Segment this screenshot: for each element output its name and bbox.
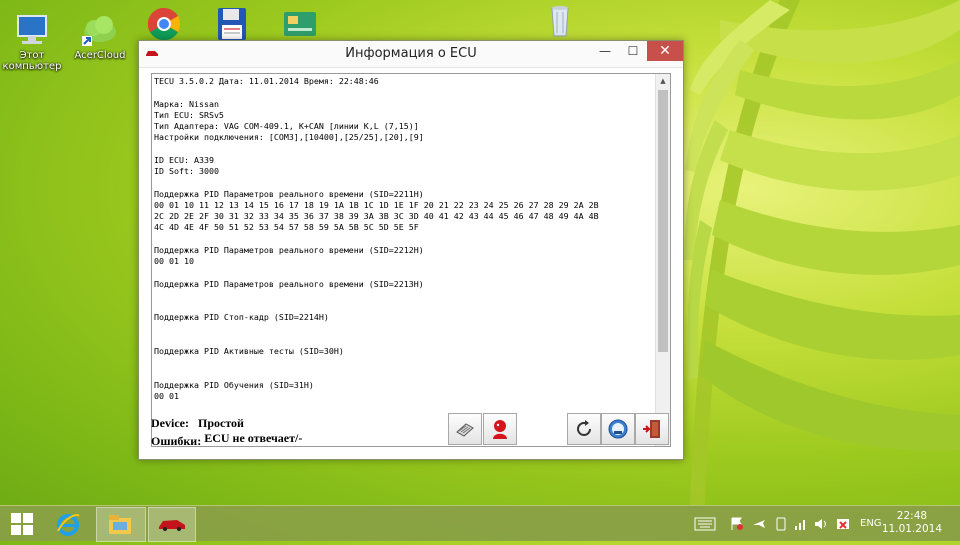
taskbar: ENG 22:48 11.01.2014 xyxy=(0,505,960,542)
network-error-icon[interactable] xyxy=(836,517,850,531)
errors-label: Ошибки: xyxy=(151,434,202,448)
plane-icon[interactable] xyxy=(752,517,766,531)
desktop-icon-card[interactable] xyxy=(268,6,332,44)
device-label: Device: xyxy=(151,416,189,430)
log-line: ID ECU: A339 xyxy=(154,154,214,165)
start-button[interactable] xyxy=(6,507,38,540)
log-line: Поддержка PID Параметров реального време… xyxy=(154,278,424,289)
log-line: Поддержка PID Параметров реального време… xyxy=(154,188,424,199)
desktop-icon-recycle-bin[interactable] xyxy=(528,2,592,40)
log-line: 00 01 10 11 12 13 14 15 16 17 18 19 1A 1… xyxy=(154,199,599,210)
windows-start-icon xyxy=(11,513,33,535)
log-line: 00 01 10 xyxy=(154,256,194,266)
window-titlebar[interactable]: Информация о ECU — ☐ ✕ xyxy=(139,41,683,68)
exit-door-icon xyxy=(643,420,660,438)
desktop-icon-label: AcerCloud xyxy=(74,50,126,61)
device-value: Простой xyxy=(197,416,244,430)
log-text: TECU 3.5.0.2 Дата: 11.01.2014 Время: 22:… xyxy=(154,76,654,402)
connect-button[interactable] xyxy=(448,413,482,445)
status-panel: Device: Простой Ошибки: ECU не отвечает/… xyxy=(151,414,451,450)
person-button[interactable] xyxy=(483,413,517,445)
card-icon xyxy=(280,6,320,42)
plug-icon xyxy=(456,423,474,437)
info-button[interactable] xyxy=(601,413,635,445)
log-line: Тип Адаптера: VAG COM-409.1, K+CAN [лини… xyxy=(154,121,419,131)
clock-date: 11.01.2014 xyxy=(881,523,942,535)
desktop-icon-acercloud[interactable]: AcerCloud xyxy=(68,12,132,61)
taskbar-file-explorer[interactable] xyxy=(96,507,146,542)
log-line: 00 01 xyxy=(154,391,179,401)
log-line: Настройки подключения: [COM3],[10400],[2… xyxy=(154,132,424,143)
log-textarea[interactable]: TECU 3.5.0.2 Дата: 11.01.2014 Время: 22:… xyxy=(151,73,671,447)
log-line: Поддержка PID Параметров реального време… xyxy=(154,244,424,255)
taskbar-ie[interactable] xyxy=(46,507,90,540)
computer-icon xyxy=(12,12,52,48)
desktop-icon-floppy[interactable] xyxy=(200,6,264,44)
file-explorer-icon xyxy=(109,515,131,534)
flag-warning-icon[interactable] xyxy=(730,517,744,531)
log-line: 2C 2D 2E 2F 30 31 32 33 34 35 36 37 38 3… xyxy=(154,211,599,221)
tecu-car-icon xyxy=(159,520,185,531)
log-line: ID Soft: 3000 xyxy=(154,166,219,176)
scroll-up-arrow[interactable]: ▲ xyxy=(656,74,670,88)
floppy-disk-icon xyxy=(212,6,252,42)
scroll-thumb[interactable] xyxy=(658,90,668,352)
log-line: Тип ECU: SRSv5 xyxy=(154,109,224,120)
errors-value: ECU не отвечает/- xyxy=(204,431,303,445)
desktop-icon-computer[interactable]: Этот компьютер xyxy=(0,12,64,72)
chrome-icon xyxy=(144,6,184,42)
refresh-icon xyxy=(577,420,591,436)
device-row: Device: Простой xyxy=(151,414,451,432)
maximize-button[interactable]: ☐ xyxy=(619,41,647,61)
log-line: Марка: Nissan xyxy=(154,98,219,109)
clock-time: 22:48 xyxy=(896,510,928,522)
ecu-info-window: Информация о ECU — ☐ ✕ TECU 3.5.0.2 Дата… xyxy=(138,40,684,460)
log-line: Поддержка PID Стоп-кадр (SID=2214H) xyxy=(154,312,329,323)
person-icon xyxy=(493,420,507,439)
keyboard-icon[interactable] xyxy=(694,517,716,531)
taskbar-tecu[interactable] xyxy=(148,507,196,542)
acercloud-icon xyxy=(80,12,120,48)
log-line: Поддержка PID Активные тесты (SID=30H) xyxy=(154,346,344,356)
log-line: 4C 4D 4E 4F 50 51 52 53 54 57 58 59 5A 5… xyxy=(154,222,419,233)
desktop-icon-label: Этот xyxy=(19,50,45,61)
close-button[interactable]: ✕ xyxy=(647,41,683,61)
errors-row: Ошибки: ECU не отвечает/- xyxy=(151,431,451,450)
desktop-icon-chrome[interactable] xyxy=(132,6,196,44)
recycle-bin-icon xyxy=(540,2,580,38)
language-indicator[interactable]: ENG xyxy=(860,518,882,529)
log-line: TECU 3.5.0.2 Дата: 11.01.2014 Время: 22:… xyxy=(154,76,379,86)
refresh-button[interactable] xyxy=(567,413,601,445)
desktop-icon-label: компьютер xyxy=(2,61,62,72)
minimize-button[interactable]: — xyxy=(591,41,619,61)
vertical-scrollbar[interactable]: ▲ ▼ xyxy=(655,74,670,446)
signal-icon[interactable] xyxy=(794,517,808,531)
info-icon xyxy=(608,419,628,439)
log-line: Поддержка PID Обучения (SID=31H) xyxy=(154,379,314,390)
clock[interactable]: 22:48 11.01.2014 xyxy=(882,510,942,536)
internet-explorer-icon xyxy=(57,514,80,536)
volume-icon[interactable] xyxy=(814,517,828,531)
phone-icon[interactable] xyxy=(776,517,786,531)
exit-button[interactable] xyxy=(635,413,669,445)
